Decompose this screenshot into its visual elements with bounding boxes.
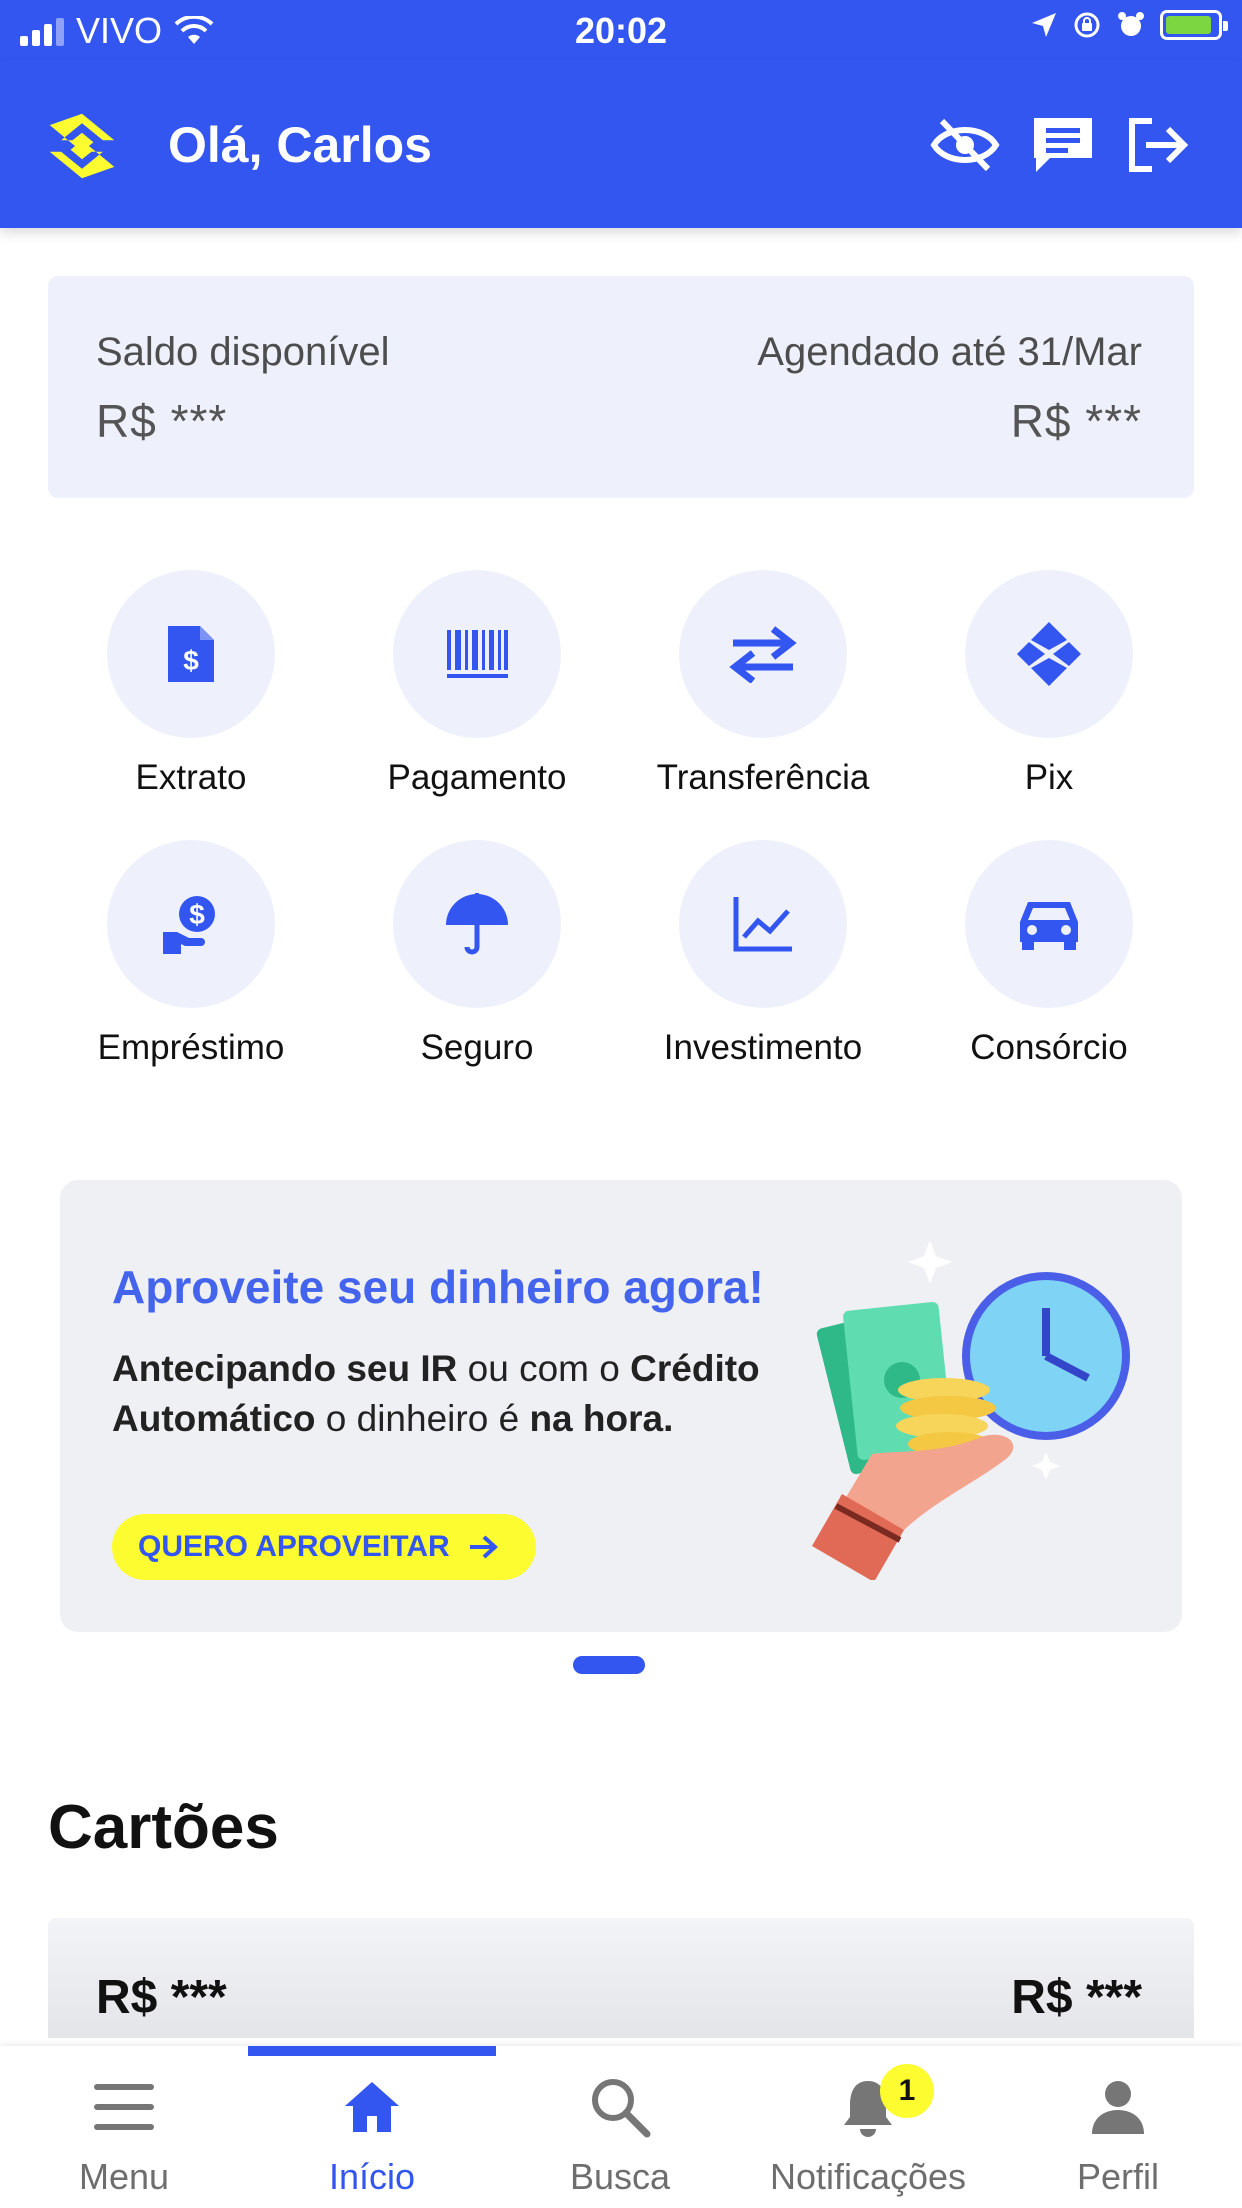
status-icons <box>1030 10 1228 40</box>
action-circle <box>965 570 1133 738</box>
alarm-icon <box>1118 12 1144 36</box>
action-label: Empréstimo <box>97 1028 285 1067</box>
action-label: Consórcio <box>970 1028 1128 1067</box>
action-label: Pix <box>1024 758 1074 797</box>
scheduled-balance-value: R$ *** <box>1010 395 1142 447</box>
logout-icon <box>1129 118 1189 172</box>
action-label: Extrato <box>135 758 247 797</box>
nav-label: Busca <box>569 2156 671 2197</box>
action-consorcio[interactable]: Consórcio <box>904 840 1194 1068</box>
arrow-right-icon <box>469 1535 498 1559</box>
action-pagamento[interactable]: Pagamento <box>332 570 622 798</box>
bank-logo-icon <box>49 113 115 179</box>
bottom-nav: Menu Início Busca 1 Notificações Perfil <box>0 2046 1242 2208</box>
action-seguro[interactable]: Seguro <box>332 840 622 1068</box>
action-circle <box>965 840 1133 1008</box>
home-icon <box>345 2082 399 2132</box>
action-label: Investimento <box>663 1028 863 1067</box>
action-circle <box>393 840 561 1008</box>
nav-notificacoes[interactable]: 1 Notificações <box>744 2064 992 2198</box>
location-icon <box>1032 13 1056 37</box>
nav-label: Início <box>328 2156 416 2197</box>
app-header: Olá, Carlos <box>0 60 1242 228</box>
promo-bold-ir: Antecipando seu IR <box>112 1348 458 1389</box>
promo-banner[interactable]: Aproveite seu dinheiro agora! Antecipand… <box>60 1180 1182 1632</box>
available-balance-label: Saldo disponível <box>96 330 390 374</box>
car-icon <box>1020 902 1078 950</box>
action-circle <box>679 570 847 738</box>
active-tab-indicator <box>248 2046 496 2056</box>
available-balance-value: R$ *** <box>96 395 228 447</box>
cards-section-title: Cartões <box>48 1793 279 1862</box>
action-transferencia[interactable]: Transferência <box>618 570 908 798</box>
action-label: Seguro <box>420 1028 534 1067</box>
scheduled-balance-label: Agendado até 31/Mar <box>757 330 1142 374</box>
nav-label: Notificações <box>769 2156 967 2197</box>
status-bar: VIVO 20:02 <box>0 0 1242 60</box>
hide-balance-button[interactable] <box>928 108 1002 182</box>
nav-label: Perfil <box>1076 2156 1160 2197</box>
transfer-arrows-icon <box>729 626 797 683</box>
statement-icon: $ <box>168 626 214 682</box>
action-investimento[interactable]: Investimento <box>618 840 908 1068</box>
chart-line-icon <box>733 897 792 952</box>
nav-label: Menu <box>78 2156 170 2197</box>
card-amount-left: R$ *** <box>96 1971 227 2024</box>
promo-cta-label: QUERO APROVEITAR <box>138 1530 450 1563</box>
logout-button[interactable] <box>1120 108 1194 182</box>
carousel-page-indicator[interactable] <box>573 1656 645 1674</box>
notification-badge: 1 <box>880 2064 934 2118</box>
chat-button[interactable] <box>1026 108 1100 182</box>
action-extrato[interactable]: $ Extrato <box>46 570 336 798</box>
card-summary[interactable]: R$ *** R$ *** <box>48 1918 1194 2038</box>
balance-card[interactable]: Saldo disponível R$ *** Agendado até 31/… <box>48 276 1194 498</box>
action-circle <box>679 840 847 1008</box>
promo-body: Antecipando seu IR ou com o Crédito Auto… <box>112 1344 812 1444</box>
action-circle: $ <box>107 840 275 1008</box>
loan-icon: $ <box>163 896 215 954</box>
search-icon <box>592 2079 651 2138</box>
umbrella-icon <box>446 893 508 955</box>
greeting-title: Olá, Carlos <box>168 117 432 173</box>
promo-text: ou com o <box>457 1348 631 1389</box>
action-label: Transferência <box>656 758 870 797</box>
svg-text:$: $ <box>189 899 205 930</box>
nav-menu[interactable]: Menu <box>0 2074 248 2198</box>
nav-inicio[interactable]: Início <box>248 2074 496 2198</box>
promo-text: o dinheiro é <box>315 1398 530 1439</box>
eye-off-icon <box>930 118 1000 172</box>
promo-title: Aproveite seu dinheiro agora! <box>112 1261 764 1313</box>
barcode-icon <box>447 630 508 678</box>
promo-bold-hora: na hora. <box>529 1398 674 1439</box>
svg-text:$: $ <box>183 645 199 676</box>
action-circle: $ <box>107 570 275 738</box>
action-circle <box>393 570 561 738</box>
rotation-lock-icon <box>1074 12 1100 38</box>
action-emprestimo[interactable]: $ Empréstimo <box>46 840 336 1068</box>
user-icon <box>1092 2081 1144 2134</box>
chat-icon <box>1034 118 1092 172</box>
promo-cta-button[interactable]: QUERO APROVEITAR <box>112 1514 536 1580</box>
pix-icon <box>1017 622 1081 686</box>
nav-busca[interactable]: Busca <box>496 2074 744 2198</box>
nav-perfil[interactable]: Perfil <box>994 2074 1242 2198</box>
battery-icon <box>1160 10 1228 40</box>
action-pix[interactable]: Pix <box>904 570 1194 798</box>
hamburger-menu-icon <box>94 2084 154 2130</box>
card-amount-right: R$ *** <box>1011 1971 1142 2024</box>
action-label: Pagamento <box>387 758 567 797</box>
money-hand-clock-illustration <box>812 1240 1130 1580</box>
